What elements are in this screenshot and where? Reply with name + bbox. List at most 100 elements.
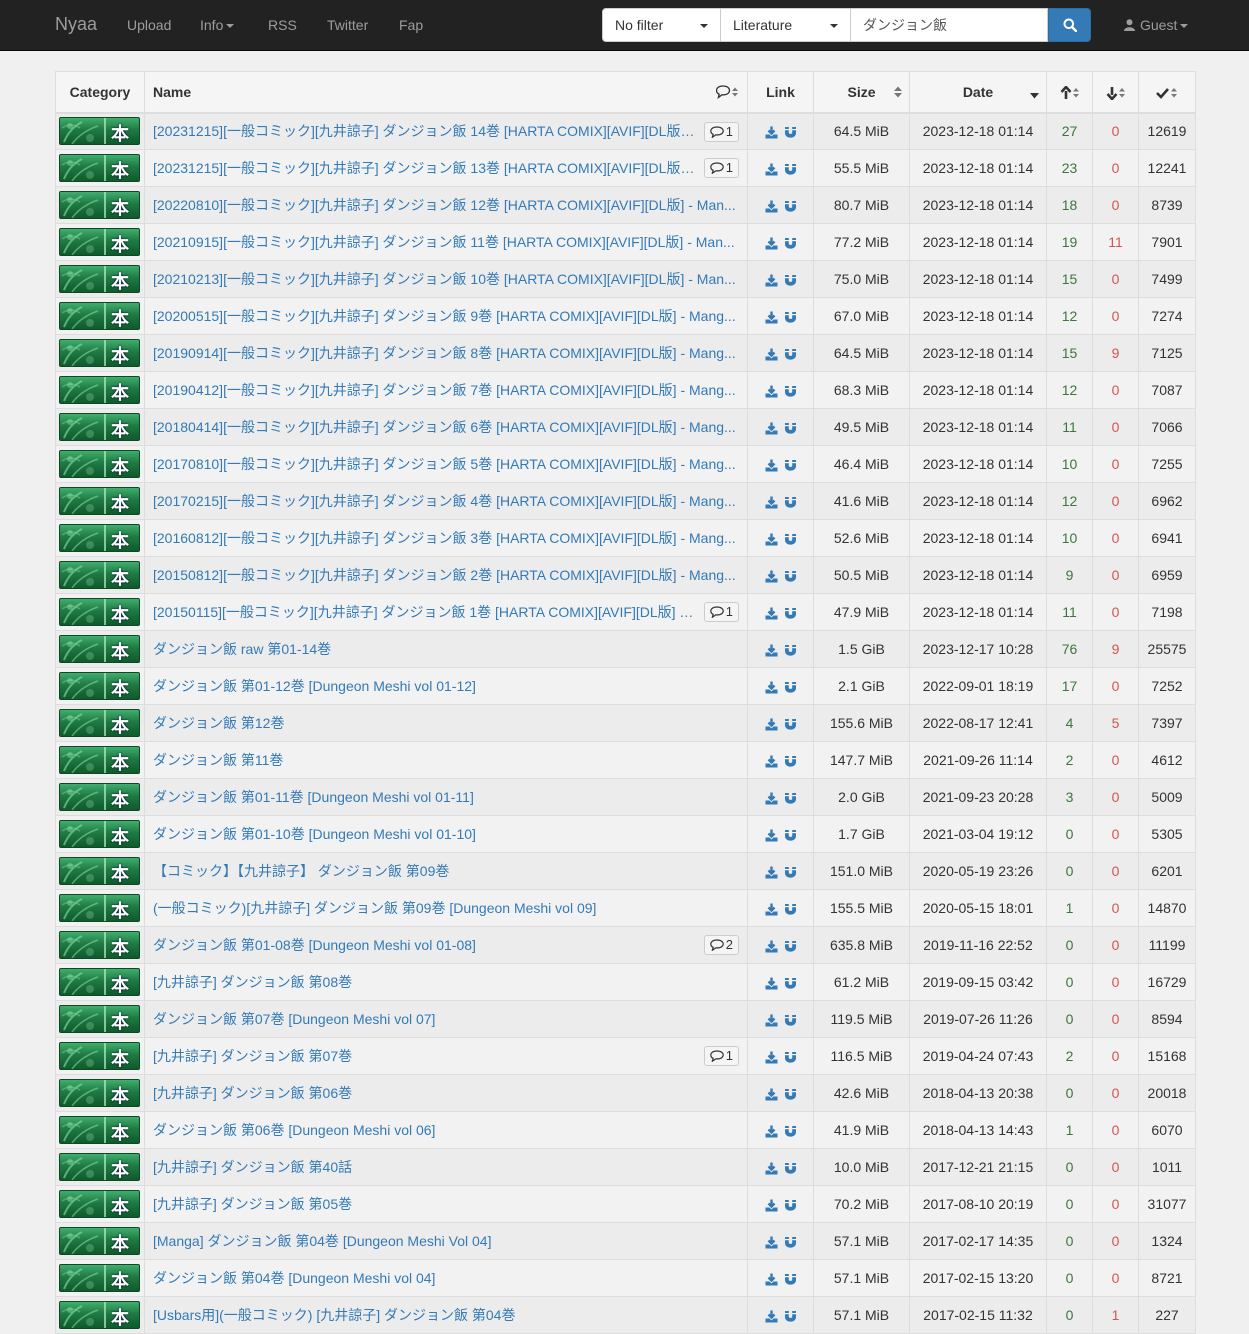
torrent-title-link[interactable]: ダンジョン飯 第04巻 [Dungeon Meshi vol 04] — [153, 1268, 435, 1288]
category-literature-badge[interactable]: 本 — [59, 968, 140, 996]
category-literature-badge[interactable]: 本 — [59, 746, 140, 774]
torrent-title-link[interactable]: (一般コミック)[九井諒子] ダンジョン飯 第09巻 [Dungeon Mesh… — [153, 898, 596, 918]
download-icon[interactable] — [765, 644, 778, 657]
download-icon[interactable] — [765, 866, 778, 879]
torrent-title-link[interactable]: [20220810][一般コミック][九井諒子] ダンジョン飯 12巻 [HAR… — [153, 195, 736, 215]
download-icon[interactable] — [765, 829, 778, 842]
magnet-icon[interactable] — [784, 755, 797, 768]
torrent-title-link[interactable]: ダンジョン飯 第06巻 [Dungeon Meshi vol 06] — [153, 1120, 435, 1140]
torrent-title-link[interactable]: ダンジョン飯 第01-12巻 [Dungeon Meshi vol 01-12] — [153, 676, 476, 696]
download-icon[interactable] — [765, 977, 778, 990]
nav-upload[interactable]: Upload — [127, 17, 171, 33]
download-icon[interactable] — [765, 792, 778, 805]
category-literature-badge[interactable]: 本 — [59, 709, 140, 737]
download-icon[interactable] — [765, 200, 778, 213]
torrent-title-link[interactable]: [20210213][一般コミック][九井諒子] ダンジョン飯 10巻 [HAR… — [153, 269, 736, 289]
download-icon[interactable] — [765, 1014, 778, 1027]
download-icon[interactable] — [765, 459, 778, 472]
download-icon[interactable] — [765, 1051, 778, 1064]
download-icon[interactable] — [765, 755, 778, 768]
magnet-icon[interactable] — [784, 644, 797, 657]
torrent-title-link[interactable]: [20231215][一般コミック][九井諒子] ダンジョン飯 13巻 [HAR… — [153, 158, 698, 178]
torrent-title-link[interactable]: [20190914][一般コミック][九井諒子] ダンジョン飯 8巻 [HART… — [153, 343, 736, 363]
comments-badge[interactable]: 1 — [703, 1046, 739, 1066]
torrent-title-link[interactable]: ダンジョン飯 第11巻 — [153, 750, 283, 770]
category-literature-badge[interactable]: 本 — [59, 524, 140, 552]
download-icon[interactable] — [765, 126, 778, 139]
category-literature-badge[interactable]: 本 — [59, 561, 140, 589]
download-icon[interactable] — [765, 570, 778, 583]
category-literature-badge[interactable]: 本 — [59, 894, 140, 922]
download-icon[interactable] — [765, 681, 778, 694]
torrent-title-link[interactable]: [20150812][一般コミック][九井諒子] ダンジョン飯 2巻 [HART… — [153, 565, 736, 585]
download-icon[interactable] — [765, 237, 778, 250]
magnet-icon[interactable] — [784, 200, 797, 213]
header-leechers[interactable] — [1092, 71, 1139, 114]
nav-fap[interactable]: Fap — [399, 17, 423, 33]
torrent-title-link[interactable]: [20170215][一般コミック][九井諒子] ダンジョン飯 4巻 [HART… — [153, 491, 736, 511]
category-literature-badge[interactable]: 本 — [59, 1264, 140, 1292]
magnet-icon[interactable] — [784, 237, 797, 250]
nav-info[interactable]: Info — [200, 17, 235, 33]
magnet-icon[interactable] — [784, 385, 797, 398]
torrent-title-link[interactable]: [20170810][一般コミック][九井諒子] ダンジョン飯 5巻 [HART… — [153, 454, 736, 474]
category-select[interactable]: Literature — [721, 8, 851, 42]
category-literature-badge[interactable]: 本 — [59, 154, 140, 182]
download-icon[interactable] — [765, 903, 778, 916]
download-icon[interactable] — [765, 718, 778, 731]
category-literature-badge[interactable]: 本 — [59, 228, 140, 256]
category-literature-badge[interactable]: 本 — [59, 1153, 140, 1181]
download-icon[interactable] — [765, 385, 778, 398]
magnet-icon[interactable] — [784, 792, 797, 805]
user-menu[interactable]: Guest — [1124, 17, 1189, 33]
comments-badge[interactable]: 1 — [703, 121, 739, 142]
magnet-icon[interactable] — [784, 1051, 797, 1064]
magnet-icon[interactable] — [784, 1199, 797, 1212]
magnet-icon[interactable] — [784, 1088, 797, 1101]
category-literature-badge[interactable]: 本 — [59, 820, 140, 848]
magnet-icon[interactable] — [784, 496, 797, 509]
magnet-icon[interactable] — [784, 718, 797, 731]
comments-sort-icon[interactable] — [716, 85, 739, 99]
download-icon[interactable] — [765, 533, 778, 546]
category-literature-badge[interactable]: 本 — [59, 783, 140, 811]
comments-badge[interactable]: 1 — [703, 602, 739, 622]
category-literature-badge[interactable]: 本 — [59, 339, 140, 367]
category-literature-badge[interactable]: 本 — [59, 487, 140, 515]
magnet-icon[interactable] — [784, 1162, 797, 1175]
download-icon[interactable] — [765, 1273, 778, 1286]
download-icon[interactable] — [765, 1088, 778, 1101]
filter-select[interactable]: No filter — [602, 8, 721, 42]
header-name[interactable]: Name — [144, 71, 748, 114]
category-literature-badge[interactable]: 本 — [59, 413, 140, 441]
category-literature-badge[interactable]: 本 — [59, 857, 140, 885]
magnet-icon[interactable] — [784, 1014, 797, 1027]
category-literature-badge[interactable]: 本 — [59, 1116, 140, 1144]
download-icon[interactable] — [765, 1236, 778, 1249]
torrent-title-link[interactable]: [20150115][一般コミック][九井諒子] ダンジョン飯 1巻 [HART… — [153, 602, 698, 622]
magnet-icon[interactable] — [784, 163, 797, 176]
magnet-icon[interactable] — [784, 570, 797, 583]
category-literature-badge[interactable]: 本 — [59, 1190, 140, 1218]
nav-rss[interactable]: RSS — [268, 17, 297, 33]
category-literature-badge[interactable]: 本 — [59, 1079, 140, 1107]
header-completed[interactable] — [1138, 71, 1196, 114]
magnet-icon[interactable] — [784, 903, 797, 916]
category-literature-badge[interactable]: 本 — [59, 672, 140, 700]
magnet-icon[interactable] — [784, 1125, 797, 1138]
download-icon[interactable] — [765, 1125, 778, 1138]
download-icon[interactable] — [765, 1199, 778, 1212]
torrent-title-link[interactable]: [20210915][一般コミック][九井諒子] ダンジョン飯 11巻 [HAR… — [153, 232, 735, 252]
search-input[interactable]: ダンジョン飯 — [851, 8, 1048, 42]
magnet-icon[interactable] — [784, 977, 797, 990]
category-literature-badge[interactable]: 本 — [59, 376, 140, 404]
category-literature-badge[interactable]: 本 — [59, 1005, 140, 1033]
search-button[interactable] — [1048, 8, 1091, 42]
magnet-icon[interactable] — [784, 348, 797, 361]
header-size[interactable]: Size — [813, 71, 910, 114]
magnet-icon[interactable] — [784, 422, 797, 435]
download-icon[interactable] — [765, 1162, 778, 1175]
download-icon[interactable] — [765, 311, 778, 324]
torrent-title-link[interactable]: [20200515][一般コミック][九井諒子] ダンジョン飯 9巻 [HART… — [153, 306, 736, 326]
download-icon[interactable] — [765, 422, 778, 435]
